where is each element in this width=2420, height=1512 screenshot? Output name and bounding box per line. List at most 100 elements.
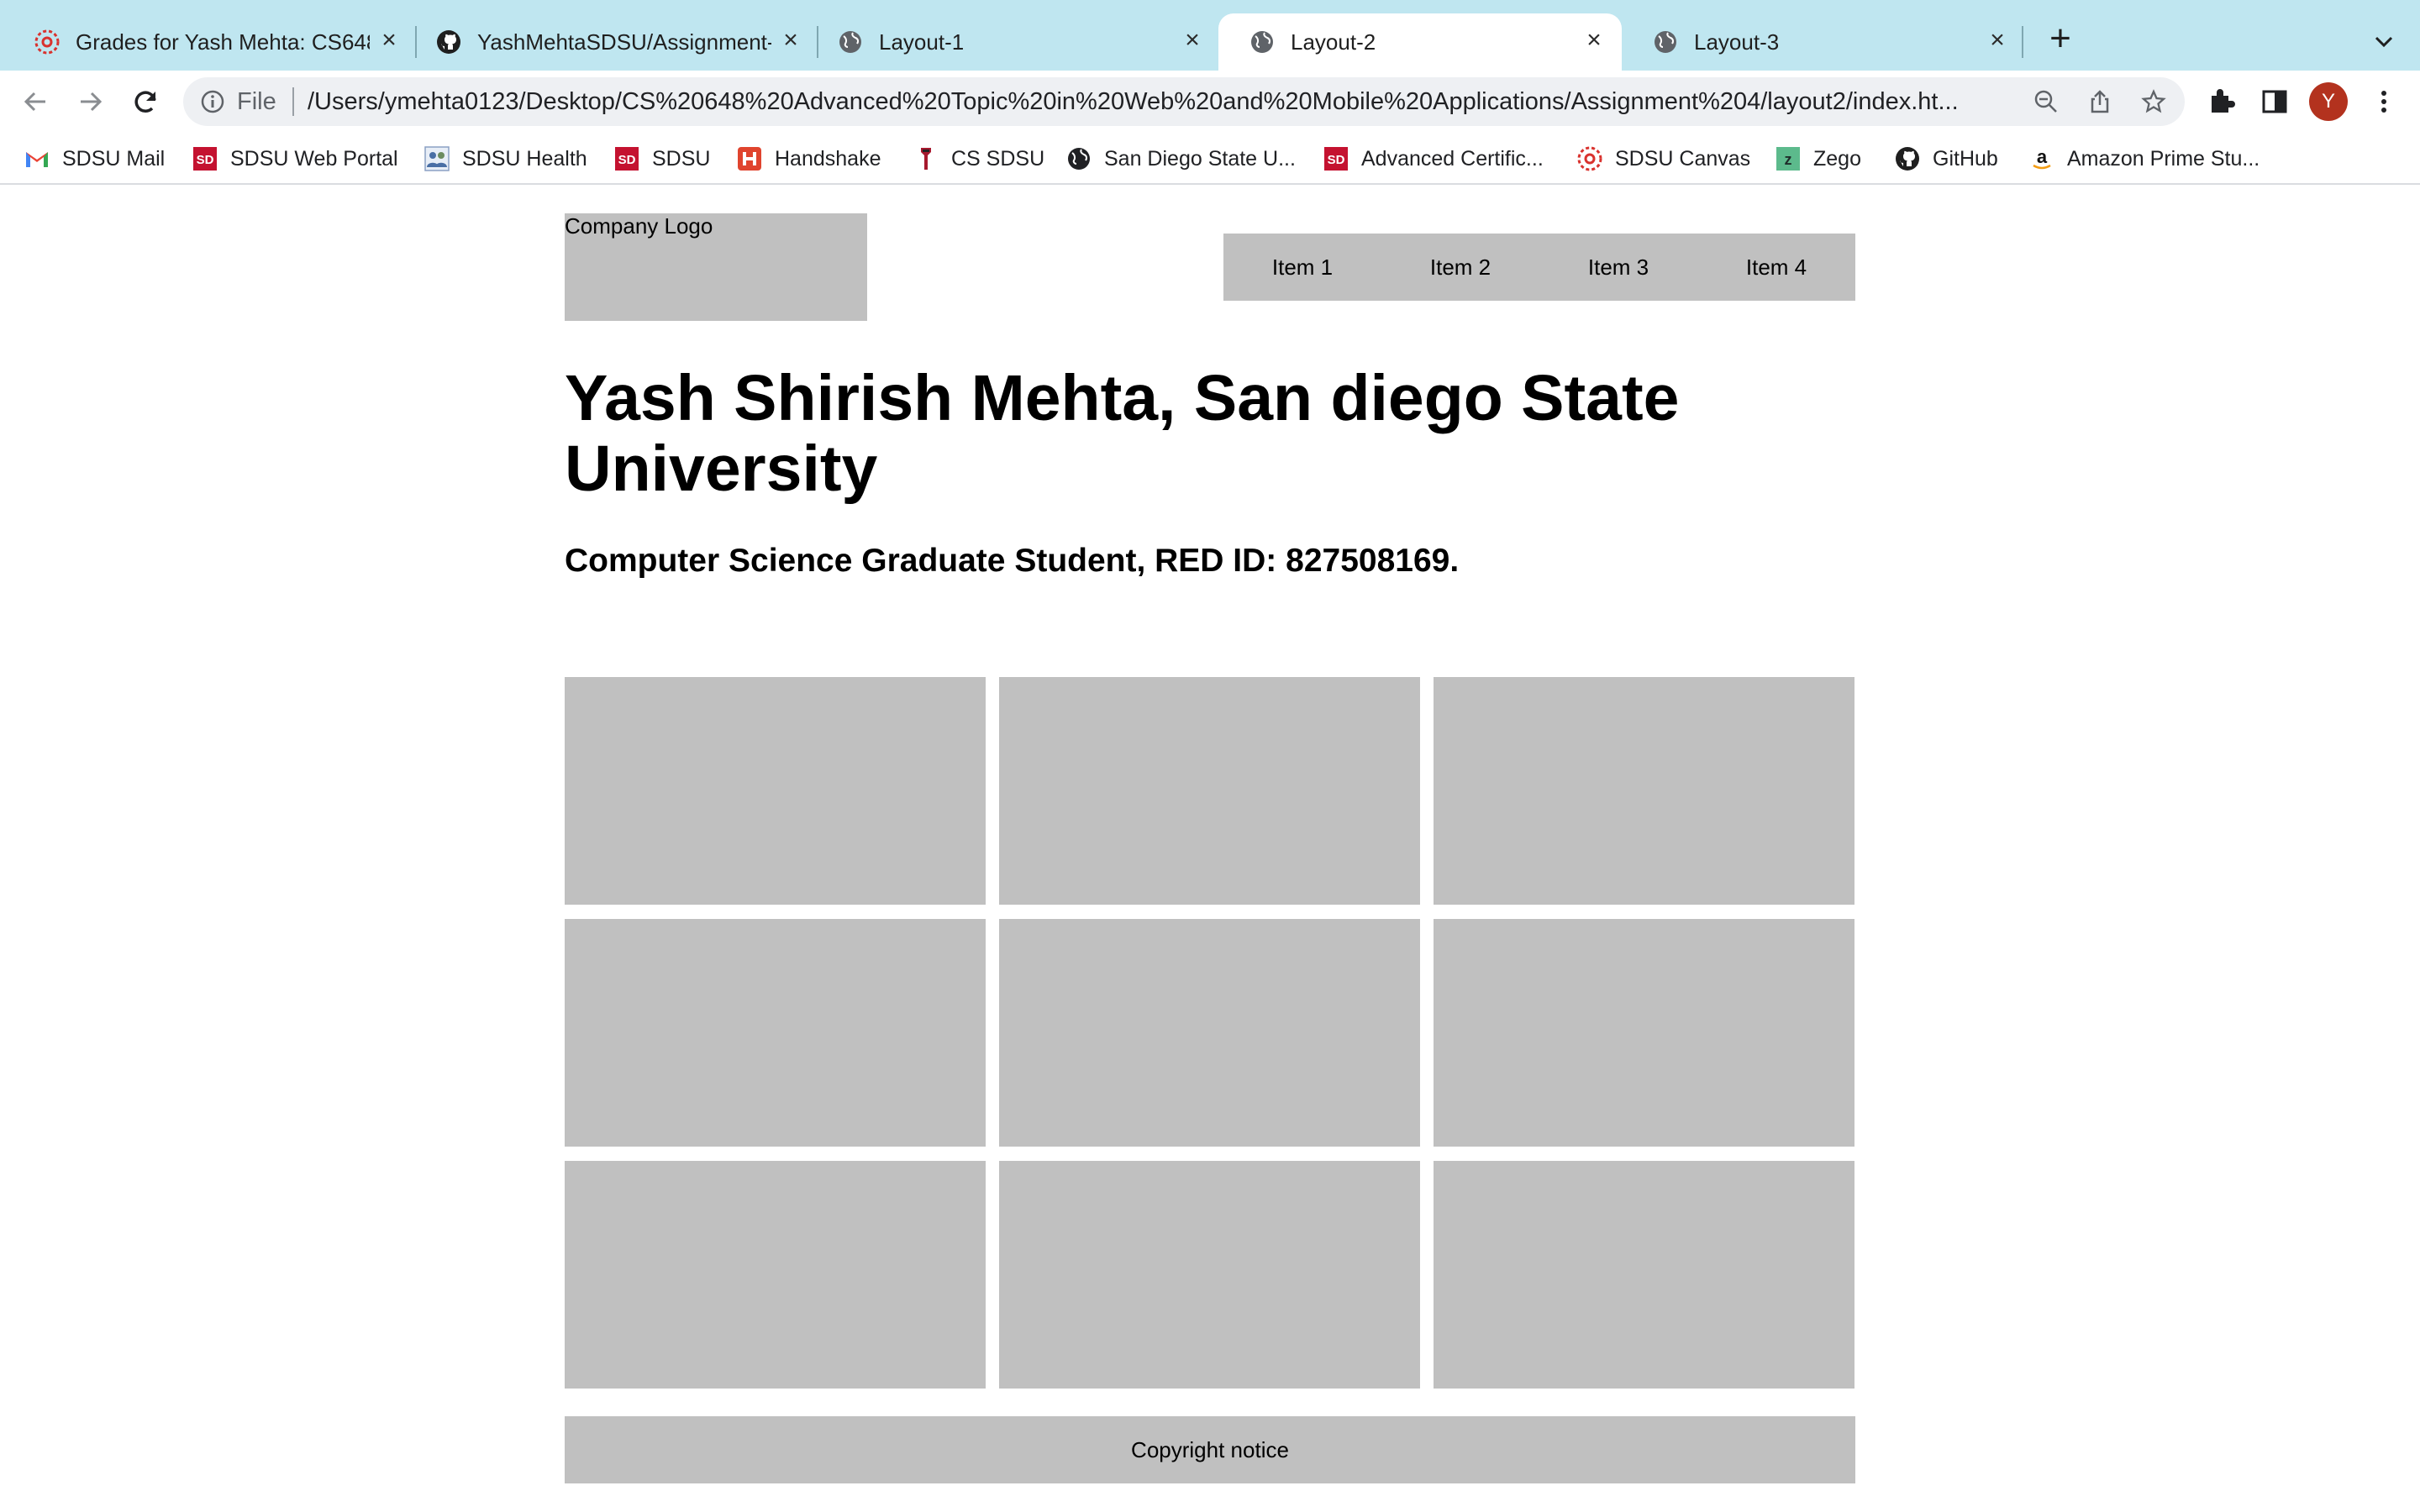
bookmark-label: SDSU Web Portal [230, 146, 398, 171]
sdsu-canvas-icon [34, 29, 60, 55]
bookmark-sdsu-mail[interactable]: SDSU Mail [24, 144, 165, 173]
bookmark-label: SDSU Canvas [1615, 146, 1751, 171]
scheme-label: File [237, 88, 276, 115]
main-nav: Item 1 Item 2 Item 3 Item 4 [1223, 234, 1855, 301]
svg-text:z: z [1785, 151, 1792, 168]
share-icon[interactable] [2087, 89, 2112, 114]
nav-item-1[interactable]: Item 1 [1223, 234, 1381, 301]
bookmark-label: Zego [1813, 146, 1861, 171]
globe-icon [1251, 31, 1273, 53]
close-icon[interactable]: × [1581, 28, 1607, 53]
globe-icon [1068, 148, 1090, 170]
url-text[interactable]: /Users/ymehta0123/Desktop/CS%20648%20Adv… [308, 87, 2190, 116]
gmail-icon [26, 152, 48, 167]
address-bar[interactable]: File /Users/ymehta0123/Desktop/CS%20648%… [183, 77, 2185, 126]
side-panel-icon[interactable] [2259, 86, 2291, 118]
bookmark-cs-sdsu[interactable]: CS SDSU [913, 144, 1044, 173]
tab-grades[interactable]: Grades for Yash Mehta: CS648 × [3, 13, 407, 71]
bookmark-sdsu-canvas[interactable]: SDSU Canvas [1576, 144, 1750, 173]
forward-arrow-icon[interactable] [72, 84, 108, 119]
bookmark-label: SDSU [652, 146, 711, 171]
close-icon[interactable]: × [1180, 28, 1205, 53]
tab-title: Layout-3 [1694, 29, 1780, 55]
sdsu-icon: SD [1324, 147, 1348, 171]
zego-icon: z [1776, 147, 1800, 171]
bookmark-zego[interactable]: z Zego [1775, 144, 1861, 173]
bookmark-amazon-prime[interactable]: a Amazon Prime Stu... [2028, 144, 2260, 173]
tab-title: Grades for Yash Mehta: CS648 [76, 29, 370, 55]
svg-text:a: a [2037, 146, 2048, 167]
tab-layout-1[interactable]: Layout-1 × [807, 13, 1208, 71]
company-logo[interactable]: Company Logo [565, 213, 867, 321]
back-arrow-icon[interactable] [18, 84, 54, 119]
tab-strip: Grades for Yash Mehta: CS648 × YashMehta… [0, 0, 2420, 71]
tab-layout-2[interactable]: Layout-2 × [1218, 13, 1622, 71]
grid-cell [999, 919, 1420, 1147]
grid-cell [999, 1161, 1420, 1389]
chevron-down-icon[interactable] [2371, 29, 2396, 54]
page-subtitle: Computer Science Graduate Student, RED I… [565, 543, 1460, 579]
page-title: Yash Shirish Mehta, San diego State Univ… [565, 362, 1680, 505]
health-icon [424, 146, 450, 171]
tab-layout-3[interactable]: Layout-3 × [1622, 13, 2023, 71]
svg-text:SD: SD [618, 153, 636, 167]
grid-cell [1434, 1161, 1854, 1389]
company-logo-text: Company Logo [565, 213, 713, 239]
close-icon[interactable]: × [778, 28, 803, 53]
bookmarks-bar: SDSU Mail SD SDSU Web Portal SDSU Health… [0, 133, 2420, 185]
grid-cell [565, 1161, 986, 1389]
bookmark-label: San Diego State U... [1104, 146, 1296, 171]
bookmark-sdsu[interactable]: SD SDSU [613, 144, 710, 173]
bookmark-label: Amazon Prime Stu... [2067, 146, 2260, 171]
star-icon[interactable] [2141, 89, 2166, 114]
bookmark-label: SDSU Health [462, 146, 587, 171]
svg-text:SD: SD [1328, 153, 1345, 167]
page-footer: Copyright notice [565, 1416, 1855, 1483]
bookmark-handshake[interactable]: Handshake [736, 144, 881, 173]
info-icon[interactable] [200, 89, 225, 114]
extensions-icon[interactable] [2205, 86, 2237, 118]
globe-icon [839, 31, 861, 53]
bookmark-label: GitHub [1933, 146, 1998, 171]
close-icon[interactable]: × [1985, 28, 2010, 53]
bookmark-label: SDSU Mail [62, 146, 166, 171]
canvas-icon [1577, 146, 1602, 171]
handshake-icon [738, 147, 761, 171]
nav-item-3[interactable]: Item 3 [1539, 234, 1697, 301]
new-tab-button[interactable]: + [2044, 20, 2077, 59]
nav-item-4[interactable]: Item 4 [1697, 234, 1855, 301]
github-icon [1896, 147, 1919, 171]
zoom-out-icon[interactable] [2033, 89, 2059, 114]
grid-cell [999, 677, 1420, 905]
sdsu-icon: SD [615, 147, 639, 171]
tab-title: YashMehtaSDSU/Assignment-4 [477, 29, 771, 55]
sdsu-icon: SD [193, 147, 217, 171]
grid-cell [565, 677, 986, 905]
tab-title: Layout-1 [879, 29, 965, 55]
tab-title: Layout-2 [1291, 29, 1376, 55]
browser-toolbar: File /Users/ymehta0123/Desktop/CS%20648%… [0, 71, 2420, 133]
bookmark-label: Advanced Certific... [1361, 146, 1544, 171]
bookmark-label: CS SDSU [951, 146, 1045, 171]
content-grid [565, 677, 1855, 1389]
bookmark-advanced-certificate[interactable]: SD Advanced Certific... [1323, 144, 1544, 173]
amazon-icon: a [2033, 146, 2051, 170]
nav-item-2[interactable]: Item 2 [1381, 234, 1539, 301]
github-icon [437, 30, 460, 54]
bookmark-sdsu-health[interactable]: SDSU Health [424, 144, 587, 173]
bookmark-label: Handshake [775, 146, 881, 171]
close-icon[interactable]: × [376, 28, 402, 53]
tab-github-assignment[interactable]: YashMehtaSDSU/Assignment-4 × [405, 13, 807, 71]
grid-cell [565, 919, 986, 1147]
profile-avatar[interactable]: Y [2309, 82, 2348, 121]
more-menu-icon[interactable] [2368, 86, 2400, 118]
svg-text:SD: SD [197, 153, 214, 167]
reload-icon[interactable] [128, 84, 163, 119]
address-separator [292, 87, 294, 116]
bookmark-sdsu-web-portal[interactable]: SD SDSU Web Portal [192, 144, 398, 173]
cs-sdsu-icon [921, 148, 931, 170]
globe-icon [1655, 31, 1676, 53]
grid-cell [1434, 919, 1854, 1147]
bookmark-github[interactable]: GitHub [1894, 144, 1998, 173]
bookmark-san-diego-state[interactable]: San Diego State U... [1065, 144, 1296, 173]
